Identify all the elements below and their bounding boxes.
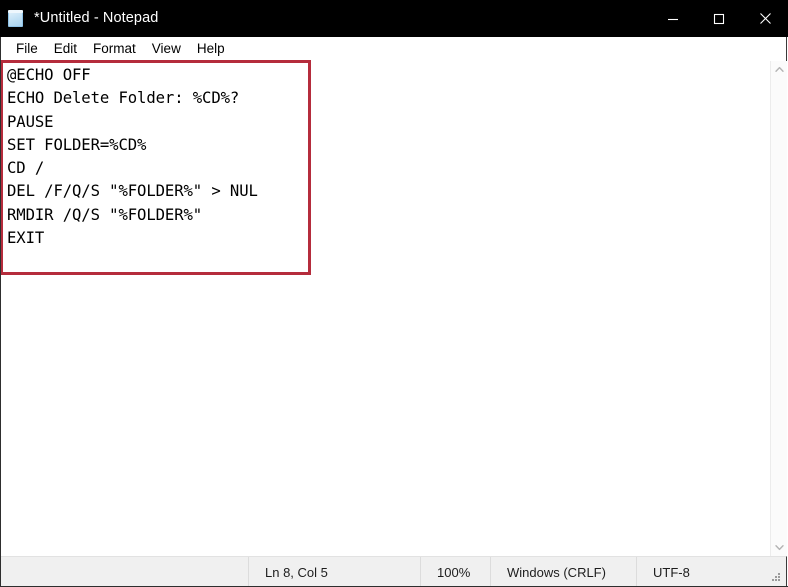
status-encoding-label: UTF-8 [653, 564, 690, 580]
notepad-window: *Untitled - Notepad File Edit Format Vie… [0, 0, 788, 587]
chevron-up-icon[interactable] [771, 61, 787, 78]
menu-item-help[interactable]: Help [189, 39, 233, 60]
menu-item-view[interactable]: View [144, 39, 189, 60]
status-zoom-level[interactable]: 100% [421, 557, 491, 587]
minimize-button[interactable] [650, 0, 696, 37]
menu-item-file[interactable]: File [8, 39, 46, 60]
status-cursor-position: Ln 8, Col 5 [249, 557, 421, 587]
status-encoding[interactable]: UTF-8 [637, 557, 786, 587]
text-editor-area[interactable]: @ECHO OFF ECHO Delete Folder: %CD%? PAUS… [0, 61, 787, 556]
window-controls [650, 0, 788, 37]
menu-item-format[interactable]: Format [85, 39, 144, 60]
resize-grip-icon[interactable] [772, 573, 782, 583]
menu-item-edit[interactable]: Edit [46, 39, 85, 60]
vertical-scrollbar[interactable] [770, 61, 787, 556]
status-bar: Ln 8, Col 5 100% Windows (CRLF) UTF-8 [0, 556, 787, 587]
maximize-button[interactable] [696, 0, 742, 37]
notepad-icon [7, 9, 25, 28]
window-frame-left [0, 37, 1, 587]
status-bar-spacer [0, 557, 249, 587]
chevron-down-icon[interactable] [771, 539, 787, 556]
status-line-ending[interactable]: Windows (CRLF) [491, 557, 637, 587]
window-title: *Untitled - Notepad [34, 10, 159, 26]
close-button[interactable] [742, 0, 788, 37]
title-bar[interactable]: *Untitled - Notepad [0, 0, 788, 37]
editor-text-content[interactable]: @ECHO OFF ECHO Delete Folder: %CD%? PAUS… [7, 64, 258, 250]
menu-bar: File Edit Format View Help [0, 37, 787, 61]
